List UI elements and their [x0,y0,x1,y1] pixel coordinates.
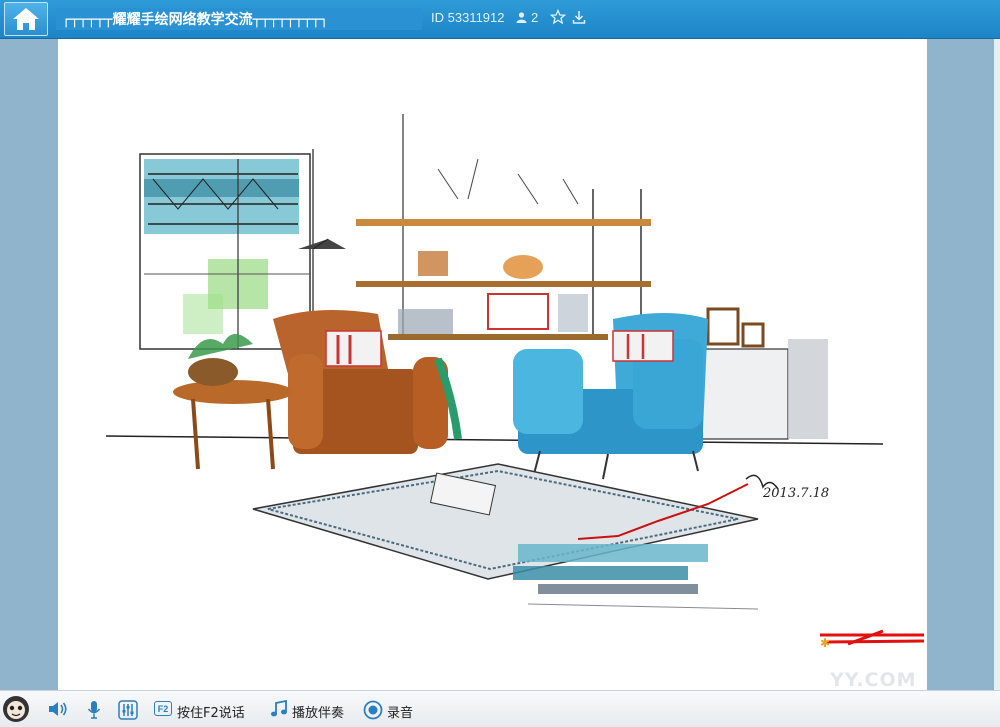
star-icon[interactable] [550,9,566,25]
room-id: ID 53311912 [431,10,505,25]
shared-whiteboard[interactable]: 2013.7.18 ✱ YY.COM [58,39,927,690]
side-cabinet-sketch [697,307,828,440]
interior-sketch-image: 2013.7.18 ✱ [105,114,925,650]
user-count-value: 2 [531,10,539,25]
sketch-signature: 2013.7.18 [762,486,829,501]
voice-toolbar: F2 按住F2说话 播放伴奏 录音 [0,690,1000,727]
floor-lamp-sketch [298,149,346,334]
redaction-mark [823,639,925,644]
yy-watermark: YY.COM [830,669,917,690]
channel-title: ┌┬┬┬┬┬耀耀手绘网络教学交流┬┬┬┬┬┬┬┬┐ [62,12,329,28]
title-bar: ┌┬┬┬┬┬耀耀手绘网络教学交流┬┬┬┬┬┬┬┬┐ ID 53311912 2 [0,0,1000,39]
left-panel [0,39,58,690]
home-icon [13,8,39,30]
channel-title-box: ┌┬┬┬┬┬耀耀手绘网络教学交流┬┬┬┬┬┬┬┬┐ [56,8,422,30]
f2-key-icon: F2 [154,701,172,716]
download-icon[interactable] [571,9,587,25]
user-avatar[interactable] [2,695,30,723]
online-user-count: 2 [516,10,538,25]
music-note-icon [271,700,287,717]
record-label: 录音 [387,706,414,721]
svg-text:✱: ✱ [820,636,830,650]
home-button[interactable] [4,2,48,36]
avatar-icon [3,696,29,722]
record-icon [363,700,383,720]
push-to-talk-label: 按住F2说话 [177,706,245,721]
microphone-icon[interactable] [86,700,102,720]
mixer-icon[interactable] [118,700,138,720]
scrollbar[interactable] [994,39,1000,690]
side-table-sketch [173,334,293,470]
right-panel [927,39,995,690]
speaker-icon[interactable] [47,700,69,718]
user-icon [516,12,527,23]
bookshelf-sketch [356,114,651,340]
shadow-strokes [513,544,759,610]
play-accompaniment-label: 播放伴奏 [292,706,345,721]
